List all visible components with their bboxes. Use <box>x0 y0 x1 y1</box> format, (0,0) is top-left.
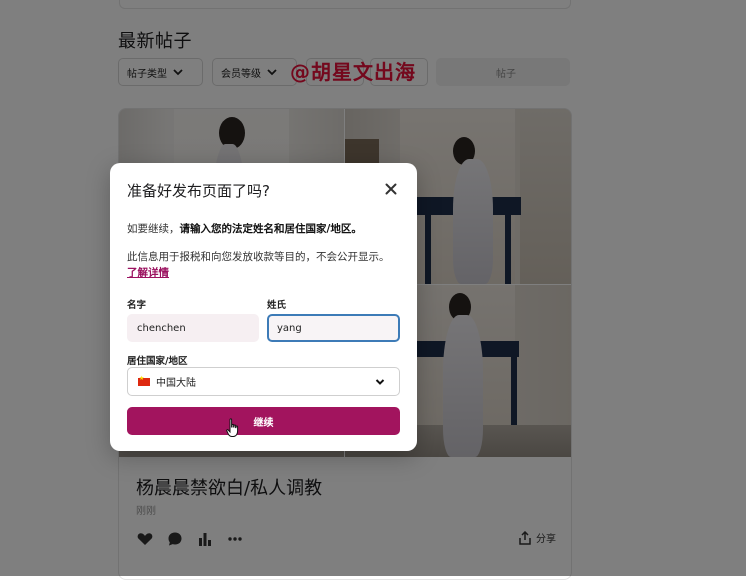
hand-cursor-icon <box>226 418 239 437</box>
modal-info: 此信息用于报税和向您发放收款等目的，不会公开显示。 了解详情 <box>127 249 395 281</box>
close-icon[interactable] <box>383 181 399 197</box>
chevron-down-icon <box>375 379 385 385</box>
country-value: 中国大陆 <box>156 378 196 389</box>
continue-button[interactable]: 继续 <box>127 407 400 435</box>
learn-more-link[interactable]: 了解详情 <box>127 267 169 279</box>
last-name-value: yang <box>277 322 302 334</box>
intro-prefix: 如要继续， <box>127 223 180 235</box>
country-select[interactable]: 中国大陆 <box>127 367 400 396</box>
cn-flag-icon <box>138 375 150 386</box>
last-name-field[interactable]: yang <box>267 314 400 342</box>
first-name-value: chenchen <box>137 322 186 334</box>
modal-title: 准备好发布页面了吗? <box>127 182 270 200</box>
first-name-label: 名字 <box>127 300 147 311</box>
modal-intro: 如要继续，请输入您的法定姓名和居住国家/地区。 <box>127 222 402 237</box>
publish-modal: 准备好发布页面了吗? 如要继续，请输入您的法定姓名和居住国家/地区。 此信息用于… <box>110 163 417 451</box>
info-text: 此信息用于报税和向您发放收款等目的，不会公开显示。 <box>127 251 390 263</box>
continue-label: 继续 <box>253 417 274 429</box>
country-label: 居住国家/地区 <box>127 356 188 367</box>
intro-bold: 请输入您的法定姓名和居住国家/地区。 <box>179 223 362 235</box>
first-name-field[interactable]: chenchen <box>127 314 259 342</box>
last-name-label: 姓氏 <box>267 300 287 311</box>
